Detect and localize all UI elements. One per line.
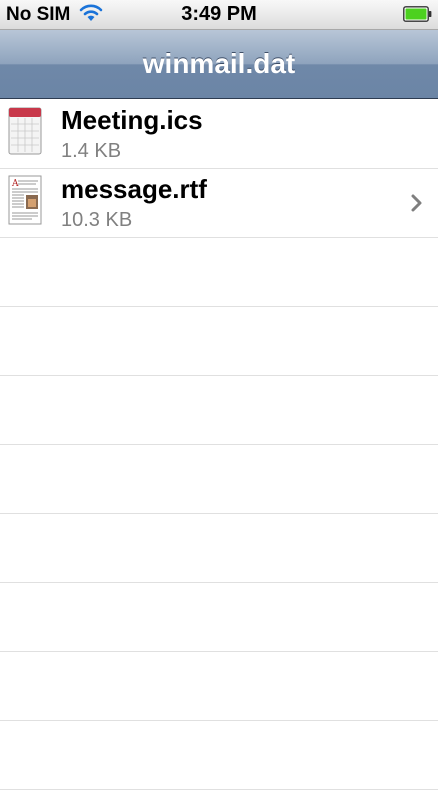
empty-row (0, 721, 438, 790)
empty-row (0, 514, 438, 583)
document-icon: A (8, 175, 42, 225)
svg-text:A: A (11, 179, 19, 189)
file-row-message-rtf[interactable]: A message.rtf 10.3 KB (0, 169, 438, 238)
empty-row (0, 238, 438, 307)
file-size: 10.3 KB (61, 209, 133, 231)
file-name: Meeting.ics (61, 105, 203, 135)
chevron-right-icon (411, 194, 422, 212)
file-row-meeting-ics[interactable]: Meeting.ics 1.4 KB (0, 100, 438, 169)
page-title: winmail.dat (142, 48, 296, 79)
battery-icon (403, 6, 432, 22)
clock: 3:49 PM (181, 3, 257, 25)
file-name: message.rtf (61, 174, 207, 204)
file-size: 1.4 KB (61, 140, 122, 162)
status-bar: No SIM 3:49 PM (0, 0, 438, 30)
empty-row (0, 445, 438, 514)
calendar-icon (8, 107, 42, 155)
file-list: Meeting.ics 1.4 KB A message.rtf 10.3 KB (0, 100, 438, 790)
navigation-bar: winmail.dat (0, 30, 438, 99)
empty-row (0, 376, 438, 445)
empty-row (0, 652, 438, 721)
empty-row (0, 307, 438, 376)
empty-row (0, 583, 438, 652)
